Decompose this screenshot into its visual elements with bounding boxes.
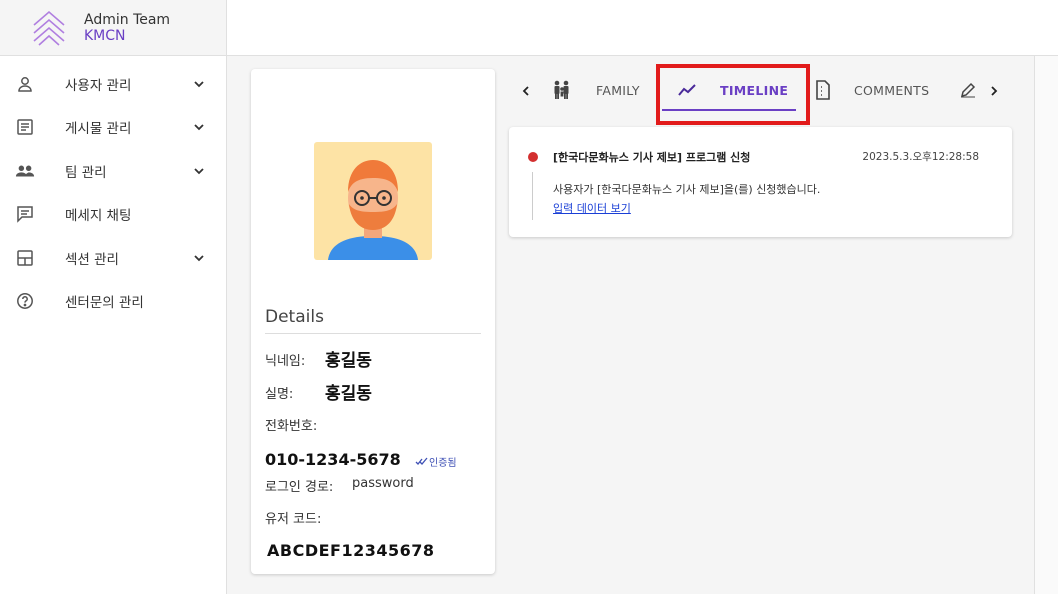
sidebar-item-chat[interactable]: 메세지 채팅 (0, 193, 226, 237)
chevron-down-icon (194, 168, 204, 175)
login-value: password (352, 476, 414, 491)
sidebar-item-sections[interactable]: 섹션 관리 (0, 236, 226, 280)
tab-comments[interactable]: COMMENTS (814, 64, 944, 116)
chevron-down-icon (194, 255, 204, 262)
details-title: Details (265, 307, 324, 327)
tab-family-label: FAMILY (596, 82, 640, 98)
brand-subtitle: KMCN (84, 27, 126, 44)
divider (265, 333, 481, 334)
main-content: Details 닉네임: 홍길동 실명: 홍길동 전화번호: 010-1234-… (227, 56, 1035, 594)
usercode-value: ABCDEF12345678 (267, 541, 435, 560)
sidebar-item-label: 섹션 관리 (65, 251, 119, 268)
top-bar (227, 0, 1058, 56)
layout-icon (15, 248, 35, 268)
tab-scroll-right-button[interactable] (984, 81, 1004, 101)
chat-icon (15, 204, 35, 224)
sidebar-item-posts[interactable]: 게시물 관리 (0, 106, 226, 150)
tab-comments-label: COMMENTS (854, 82, 930, 98)
realname-value: 홍길동 (325, 384, 372, 404)
sidebar-item-teams[interactable]: 팀 관리 (0, 149, 226, 193)
active-tab-indicator (662, 109, 796, 111)
sidebar-item-users[interactable]: 사용자 관리 (0, 62, 226, 106)
avatar (314, 142, 432, 260)
verified-label: 인증됨 (429, 458, 457, 469)
brand-header[interactable]: Admin Team KMCN (0, 0, 226, 56)
double-check-icon (415, 457, 428, 465)
group-icon (15, 161, 35, 181)
sidebar-item-label: 사용자 관리 (65, 77, 132, 94)
nickname-value: 홍길동 (325, 351, 372, 371)
tab-bar: FAMILY TIMELINE COMMENTS (508, 64, 1012, 120)
chevron-left-icon (522, 86, 529, 96)
sidebar-item-label: 메세지 채팅 (65, 208, 132, 225)
timeline-icon (678, 84, 696, 96)
family-icon (554, 80, 569, 99)
person-icon (15, 74, 35, 94)
chevron-down-icon (194, 124, 204, 131)
sidebar: Admin Team KMCN 사용자 관리 게시물 관리 팀 관리 메세지 채… (0, 0, 227, 594)
sidebar-item-label: 센터문의 관리 (65, 295, 144, 312)
tab-edit[interactable] (960, 64, 982, 116)
phone-label: 전화번호: (265, 419, 318, 434)
verified-badge: 인증됨 (415, 454, 457, 469)
edit-icon (960, 82, 976, 98)
sidebar-item-support[interactable]: 센터문의 관리 (0, 280, 226, 324)
article-icon (15, 117, 35, 137)
brand-title: Admin Team (84, 11, 171, 28)
view-input-data-link[interactable]: 입력 데이터 보기 (553, 200, 631, 216)
chevron-down-icon (194, 81, 204, 88)
tab-scroll-left-button[interactable] (516, 81, 536, 101)
document-icon (816, 80, 830, 100)
timeline-entry-title: [한국다문화뉴스 기사 제보] 프로그램 신청 (553, 151, 751, 164)
chevron-right-icon (991, 86, 998, 96)
tab-timeline-label: TIMELINE (720, 82, 789, 98)
nickname-label: 닉네임: (265, 354, 306, 369)
status-dot (528, 152, 538, 162)
sidebar-nav: 사용자 관리 게시물 관리 팀 관리 메세지 채팅 섹션 관리 센터문의 관리 (0, 62, 226, 323)
tab-family[interactable]: FAMILY (552, 64, 660, 116)
timeline-entry-description: 사용자가 [한국다문화뉴스 기사 제보]을(를) 신청했습니다. (553, 183, 821, 196)
usercode-label: 유저 코드: (265, 512, 322, 527)
realname-label: 실명: (265, 387, 294, 402)
timeline-entry: [한국다문화뉴스 기사 제보] 프로그램 신청 2023.5.3.오후12:28… (509, 127, 1012, 237)
help-icon (15, 291, 35, 311)
timeline-entry-time: 2023.5.3.오후12:28:58 (862, 151, 979, 163)
timeline-connector (532, 172, 533, 220)
login-label: 로그인 경로: (265, 480, 334, 495)
sidebar-item-label: 팀 관리 (65, 164, 107, 181)
brand-logo-icon (33, 10, 65, 46)
phone-value: 010-1234-5678 (265, 450, 401, 469)
profile-card: Details 닉네임: 홍길동 실명: 홍길동 전화번호: 010-1234-… (251, 69, 495, 574)
sidebar-item-label: 게시물 관리 (65, 121, 132, 138)
